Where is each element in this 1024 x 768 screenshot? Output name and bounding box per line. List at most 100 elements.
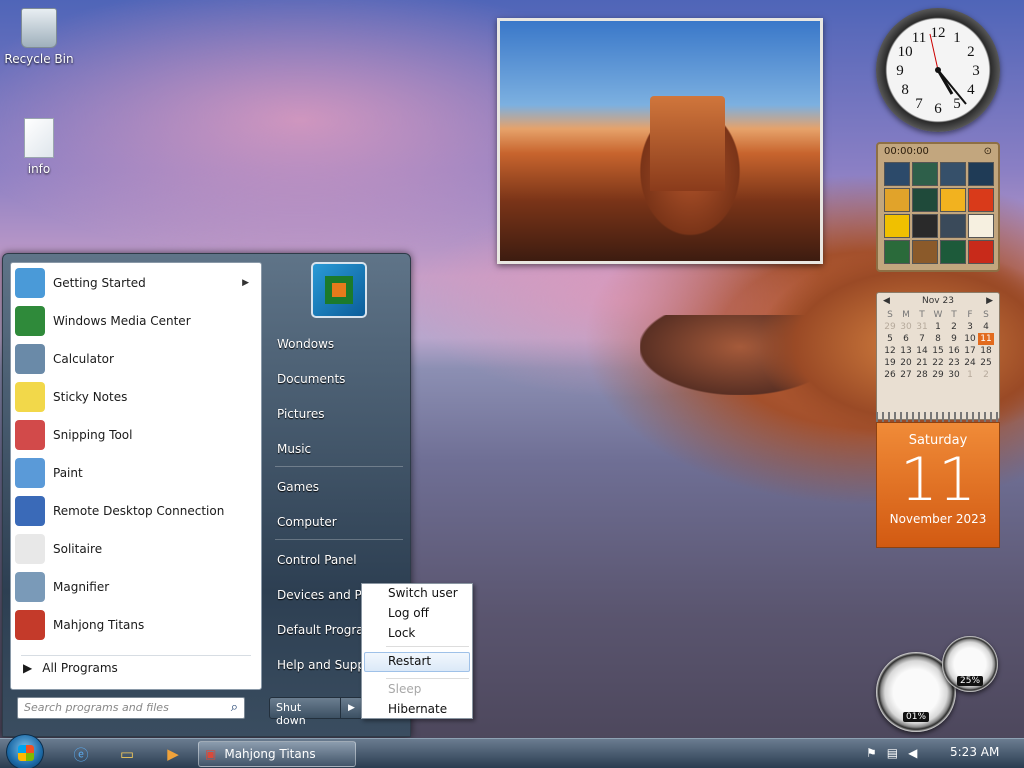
calendar-day[interactable]: 20 [898, 357, 914, 369]
puzzle-help-icon[interactable]: ⊙ [984, 146, 992, 158]
network-icon[interactable]: ▤ [887, 746, 898, 760]
start-link[interactable]: Wondows [275, 329, 407, 359]
power-menu-item[interactable]: Lock [388, 626, 415, 640]
calendar-day[interactable]: 21 [914, 357, 930, 369]
puzzle-tile[interactable] [884, 188, 910, 212]
program-item[interactable]: Solitaire [11, 531, 261, 567]
calendar-day[interactable]: 18 [978, 345, 994, 357]
calendar-day[interactable]: 30 [946, 369, 962, 381]
calendar-day[interactable]: 28 [914, 369, 930, 381]
calendar-day-card[interactable]: Saturday 11 November 2023 [876, 422, 1000, 548]
next-month-icon[interactable]: ▶ [986, 296, 993, 306]
program-item[interactable]: Magnifier [11, 569, 261, 605]
calendar-day[interactable]: 7 [914, 333, 930, 345]
puzzle-tile[interactable] [940, 214, 966, 238]
puzzle-tile[interactable] [912, 214, 938, 238]
clock-gadget[interactable]: 12 1 2 3 4 5 6 7 8 9 10 11 [876, 8, 1000, 132]
calendar-day[interactable]: 27 [898, 369, 914, 381]
weekday-label: F [967, 310, 973, 320]
puzzle-grid[interactable] [884, 162, 994, 264]
start-link[interactable]: Documents [275, 364, 407, 394]
calendar-day[interactable]: 26 [882, 369, 898, 381]
calendar-day[interactable]: 25 [978, 357, 994, 369]
puzzle-tile[interactable] [968, 214, 994, 238]
calendar-day[interactable]: 6 [898, 333, 914, 345]
taskbar-app-mahjong-titans[interactable]: ▣ Mahjong Titans [198, 741, 356, 767]
puzzle-tile[interactable] [912, 162, 938, 186]
calendar-day[interactable]: 4 [978, 321, 994, 333]
puzzle-tile[interactable] [940, 188, 966, 212]
calendar-day[interactable]: 15 [930, 345, 946, 357]
calendar-day[interactable]: 23 [946, 357, 962, 369]
shutdown-options-button[interactable]: ▶ [341, 697, 363, 719]
action-center-icon[interactable]: ⚑ [866, 746, 877, 760]
search-icon[interactable]: ⌕ [231, 700, 238, 715]
user-picture[interactable] [311, 262, 367, 318]
puzzle-tile[interactable] [968, 162, 994, 186]
puzzle-tile[interactable] [884, 240, 910, 264]
media-player-button[interactable]: ▶ [158, 741, 188, 767]
puzzle-tile[interactable] [912, 188, 938, 212]
explorer-button[interactable]: ▭ [112, 741, 142, 767]
program-item[interactable]: Calculator [11, 341, 261, 377]
puzzle-tile[interactable] [940, 162, 966, 186]
calendar-day[interactable]: 2 [978, 369, 994, 381]
program-item[interactable]: Remote Desktop Connection [11, 493, 261, 529]
power-menu-item[interactable]: Switch user [388, 586, 458, 600]
calendar-day[interactable]: 31 [914, 321, 930, 333]
search-input[interactable]: Search programs and files ⌕ [17, 697, 245, 719]
calendar-day[interactable]: 16 [946, 345, 962, 357]
picture-puzzle-gadget[interactable]: 00:00:00 ⊙ [876, 142, 1000, 272]
start-link[interactable]: Computer [275, 507, 407, 537]
calendar-day[interactable]: 17 [962, 345, 978, 357]
program-item[interactable]: Paint [11, 455, 261, 491]
start-button[interactable] [6, 734, 44, 768]
puzzle-tile[interactable] [940, 240, 966, 264]
calendar-day[interactable]: 12 [882, 345, 898, 357]
program-item[interactable]: Windows Media Center [11, 303, 261, 339]
power-menu-item[interactable]: Log off [388, 606, 429, 620]
calendar-gadget[interactable]: ◀ Nov 23 ▶ SMTWTFS 29 30 31 1 2 3 4 5 6 7 8 9 10 11 12… [876, 292, 1000, 420]
calendar-day[interactable]: 10 [962, 333, 978, 345]
all-programs-button[interactable]: ▶ All Programs [23, 661, 118, 675]
start-link[interactable]: Games [275, 472, 407, 502]
calendar-day[interactable]: 5 [882, 333, 898, 345]
puzzle-tile[interactable] [912, 240, 938, 264]
prev-month-icon[interactable]: ◀ [883, 296, 890, 306]
calendar-day[interactable]: 8 [930, 333, 946, 345]
start-link[interactable]: Pictures [275, 399, 407, 429]
shutdown-button[interactable]: Shut down [269, 697, 341, 727]
calendar-day[interactable]: 11 [978, 333, 994, 345]
program-item[interactable]: Sticky Notes [11, 379, 261, 415]
puzzle-tile[interactable] [968, 240, 994, 264]
power-menu-item[interactable]: Restart [388, 654, 431, 668]
internet-explorer-button[interactable]: ⓔ [66, 741, 96, 767]
calendar-day[interactable]: 19 [882, 357, 898, 369]
desktop-icon-recycle-bin[interactable]: Recycle Bin [4, 8, 74, 66]
calendar-day[interactable]: 13 [898, 345, 914, 357]
calendar-day[interactable]: 14 [914, 345, 930, 357]
puzzle-tile[interactable] [968, 188, 994, 212]
calendar-day[interactable]: 2 [946, 321, 962, 333]
taskbar-clock[interactable]: 5:23 AM [950, 745, 999, 759]
calendar-day[interactable]: 1 [962, 369, 978, 381]
puzzle-tile[interactable] [884, 162, 910, 186]
calendar-day[interactable]: 3 [962, 321, 978, 333]
start-link[interactable]: Control Panel [275, 545, 407, 575]
calendar-day[interactable]: 30 [898, 321, 914, 333]
puzzle-tile[interactable] [884, 214, 910, 238]
calendar-day[interactable]: 1 [930, 321, 946, 333]
program-item[interactable]: Mahjong Titans [11, 607, 261, 643]
calendar-day[interactable]: 29 [930, 369, 946, 381]
start-link[interactable]: Music [275, 434, 407, 464]
calendar-day[interactable]: 22 [930, 357, 946, 369]
calendar-day[interactable]: 24 [962, 357, 978, 369]
calendar-day[interactable]: 9 [946, 333, 962, 345]
volume-icon[interactable]: ◀ [908, 746, 917, 760]
calendar-day[interactable]: 29 [882, 321, 898, 333]
slideshow-gadget[interactable] [497, 18, 823, 264]
program-item[interactable]: Snipping Tool [11, 417, 261, 453]
program-item[interactable]: Getting Started ▶ [11, 265, 261, 301]
desktop-icon-info[interactable]: info [4, 118, 74, 176]
power-menu-item[interactable]: Hibernate [388, 702, 447, 716]
